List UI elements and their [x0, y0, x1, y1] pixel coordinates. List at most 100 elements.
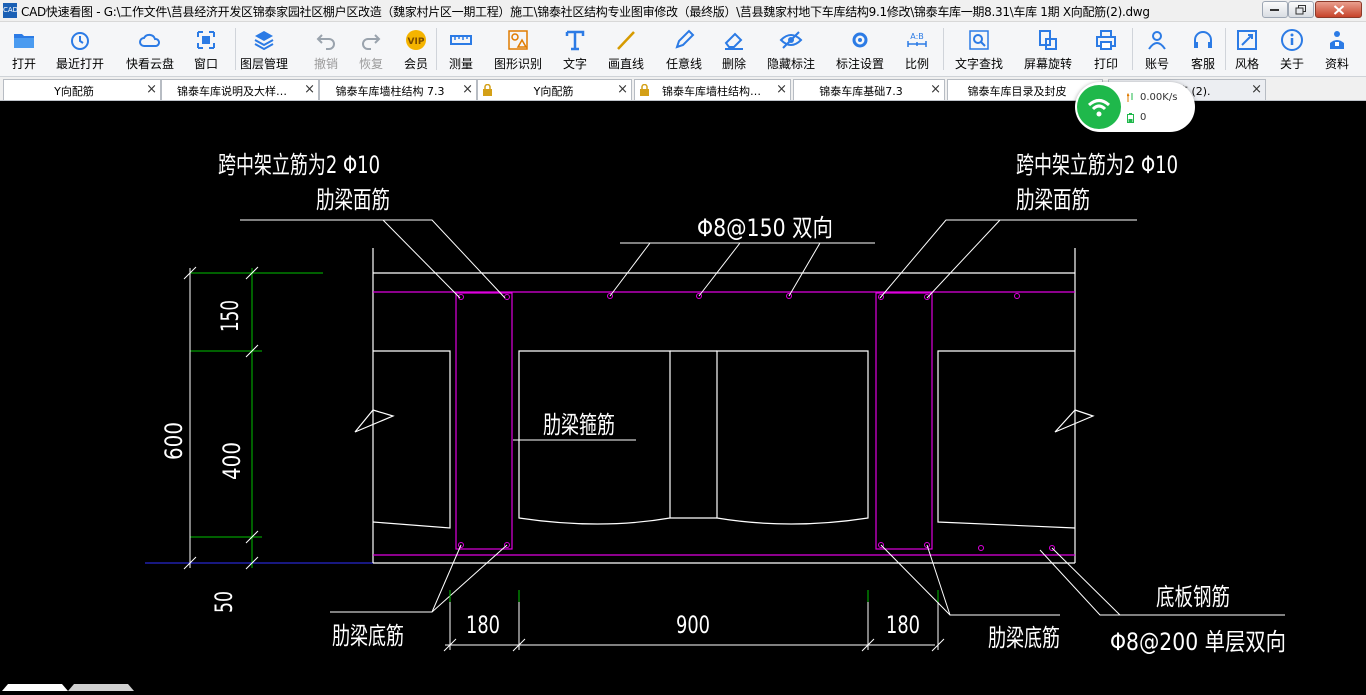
toolbar-print-button[interactable]: 打印 — [1078, 24, 1134, 74]
headset-icon — [1194, 31, 1212, 48]
label-top-left-1: 跨中架立筋为2 Φ10 — [218, 151, 380, 179]
network-speed-widget[interactable]: 0.00K/s 0 — [1075, 82, 1195, 132]
toolbar-layers-button[interactable]: 图层管理 — [236, 24, 292, 74]
toolbar-cloud-button[interactable]: 快看云盘 — [122, 24, 178, 74]
toolbar-measure-button[interactable]: 测量 — [433, 24, 489, 74]
toolbar-separator — [436, 28, 437, 70]
dimension-600: 600 — [160, 422, 188, 460]
cad-drawing: 跨中架立筋为2 Φ10 肋梁面筋 跨中架立筋为2 Φ10 肋梁面筋 Φ8@150… — [145, 151, 1286, 656]
layout-tabs[interactable] — [0, 684, 140, 691]
toolbar-docs-label: 资料 — [1324, 57, 1349, 71]
svg-text:A:B: A:B — [910, 32, 924, 41]
dimension-180-left: 180 — [466, 611, 500, 639]
dimension-white — [183, 266, 945, 652]
label-stirrup: 肋梁箍筋 — [543, 411, 615, 439]
eye-hide-icon — [779, 31, 803, 49]
line-icon — [617, 31, 635, 50]
label-top-right-2: 肋梁面筋 — [1016, 186, 1090, 214]
toolbar-line-button[interactable]: 画直线 — [598, 24, 654, 74]
restore-button[interactable] — [1288, 1, 1314, 18]
model-tab[interactable] — [2, 684, 68, 691]
toolbar-hide-label: 隐藏标注 — [766, 57, 815, 71]
toolbar-separator — [1132, 28, 1133, 70]
minimize-button[interactable] — [1262, 1, 1288, 18]
info-icon — [1281, 29, 1303, 51]
toolbar-separator — [1225, 28, 1226, 70]
label-bottom-left: 肋梁底筋 — [332, 622, 404, 650]
section-outline — [354, 248, 1095, 564]
toolbar-scale-label: 比例 — [904, 57, 929, 71]
toolbar-window-label: 窗口 — [193, 57, 218, 71]
rebar-lines — [373, 291, 1075, 556]
toolbar-rotate-button[interactable]: 屏幕旋转 — [1020, 24, 1076, 74]
window-title: CAD快速看图 - G:\工作文件\莒县经济开发区锦泰家园社区棚户区改造（魏家村… — [21, 5, 1150, 19]
toolbar-cloud-label: 快看云盘 — [125, 57, 174, 71]
network-count-value: 0 — [1140, 112, 1147, 123]
toolbar-text-label: 文字 — [562, 57, 587, 71]
toolbar-recognize-button[interactable]: 图形识别 — [490, 24, 546, 74]
toolbar-annot-button[interactable]: 标注设置 — [832, 24, 888, 74]
wifi-icon — [1077, 85, 1121, 129]
cad-drawing-canvas[interactable]: 跨中架立筋为2 Φ10 肋梁面筋 跨中架立筋为2 Φ10 肋梁面筋 Φ8@150… — [0, 101, 1366, 691]
toolbar-rotate-label: 屏幕旋转 — [1023, 57, 1072, 71]
printer-icon — [1096, 30, 1116, 50]
tab-close-icon[interactable]: × — [304, 82, 315, 98]
pen-icon — [675, 29, 695, 49]
toolbar-recent-button[interactable]: 最近打开 — [52, 24, 108, 74]
dimension-50: 50 — [210, 591, 238, 613]
toolbar-findtext-button[interactable]: 文字查找 — [951, 24, 1007, 74]
toolbar-hide-button[interactable]: 隐藏标注 — [763, 24, 819, 74]
document-tab-label: Y向配筋 — [54, 85, 94, 98]
label-top-right-1: 跨中架立筋为2 Φ10 — [1016, 151, 1178, 179]
dimension-900: 900 — [676, 611, 710, 639]
document-tab[interactable]: 锦泰车库墙柱结构… × — [634, 79, 791, 100]
dimension-400: 400 — [218, 442, 246, 480]
toolbar-docs-button[interactable]: 资料 — [1309, 24, 1365, 74]
style-icon — [1237, 30, 1257, 50]
scale-icon: A:B — [907, 32, 927, 47]
toolbar-open-label: 打开 — [11, 57, 36, 71]
layout-tab[interactable] — [68, 684, 134, 691]
tab-close-icon[interactable]: × — [617, 82, 628, 98]
toolbar-recent-label: 最近打开 — [55, 57, 104, 71]
toolbar-text-button[interactable]: 文字 — [547, 24, 603, 74]
toolbar-scale-button[interactable]: A:B 比例 — [889, 24, 945, 74]
dimension-180-right: 180 — [886, 611, 920, 639]
gear-tag-icon — [852, 32, 868, 48]
cloud-icon — [139, 33, 160, 47]
tab-close-icon[interactable]: × — [146, 82, 157, 98]
document-tab-label: Y向配筋 — [533, 85, 574, 98]
find-text-icon — [969, 30, 989, 50]
document-tab[interactable]: 锦泰车库墙柱结构 7.3 × — [319, 79, 477, 100]
vip-icon: VIP — [406, 30, 426, 50]
label-top-middle: Φ8@150 双向 — [697, 214, 833, 242]
toolbar-freeline-button[interactable]: 任意线 — [656, 24, 712, 74]
toolbar-window-button[interactable]: 窗口 — [178, 24, 234, 74]
label-slab-1: 底板钢筋 — [1156, 583, 1230, 611]
svg-text:VIP: VIP — [408, 37, 425, 47]
battery-icon — [1127, 113, 1134, 123]
toolbar-line-label: 画直线 — [607, 57, 644, 71]
document-tab-label: 锦泰车库基础7.3 — [819, 85, 903, 98]
tab-close-icon[interactable]: × — [776, 82, 787, 98]
toolbar-freeline-label: 任意线 — [665, 57, 702, 71]
network-speed-value: 0.00K/s — [1140, 92, 1178, 103]
close-icon — [1333, 4, 1344, 15]
document-tab[interactable]: Y向配筋 × — [477, 79, 632, 100]
document-tab[interactable]: 锦泰车库基础7.3 × — [793, 79, 945, 100]
label-top-left-2: 肋梁面筋 — [316, 186, 390, 214]
document-tab[interactable]: 锦泰车库说明及大样… × — [161, 79, 319, 100]
close-button[interactable] — [1315, 1, 1362, 18]
label-bottom-right: 肋梁底筋 — [988, 624, 1060, 652]
toolbar-open-button[interactable]: 打开 — [0, 24, 52, 74]
tab-close-icon[interactable]: × — [1251, 82, 1262, 98]
document-tab-label: 锦泰车库墙柱结构 7.3 — [335, 85, 445, 98]
layers-icon — [254, 31, 274, 51]
dimension-lines — [190, 268, 323, 568]
tab-close-icon[interactable]: × — [930, 82, 941, 98]
tab-close-icon[interactable]: × — [462, 82, 473, 98]
document-tab[interactable]: Y向配筋 × — [3, 79, 161, 100]
toolbar-separator — [943, 28, 944, 70]
restore-icon — [1295, 4, 1306, 14]
toolbar-delete-button[interactable]: 删除 — [706, 24, 762, 74]
